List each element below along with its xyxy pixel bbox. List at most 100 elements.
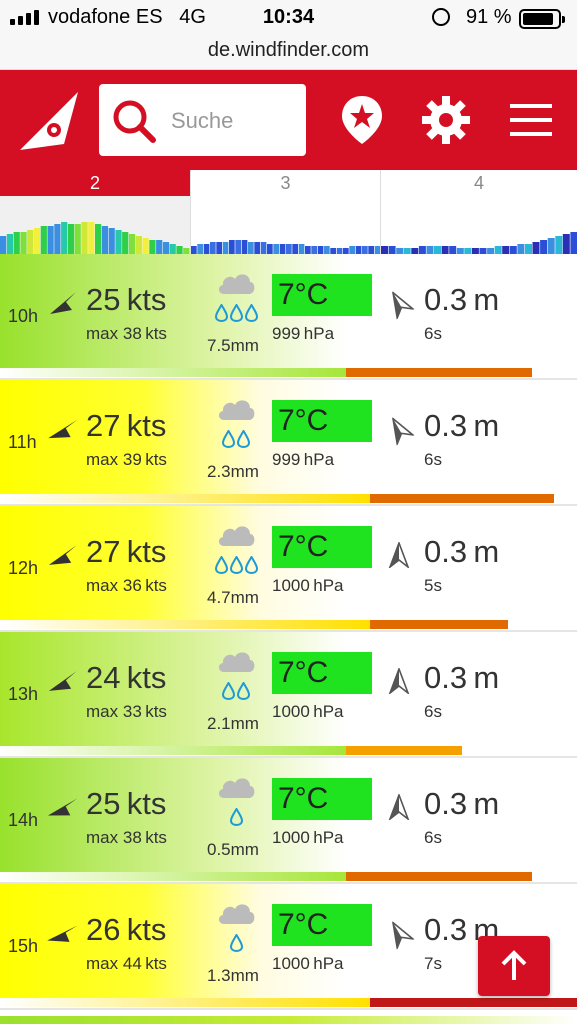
search-placeholder: Suche [171, 108, 234, 133]
raindrop-icon [214, 555, 228, 575]
pressure: 999 hPa [272, 324, 335, 343]
rotation-lock-icon [432, 8, 450, 26]
mini-wind-chart [0, 222, 190, 258]
wind-speed: 27 kts [86, 534, 167, 569]
battery-icon [519, 9, 565, 29]
wave-height: 0.3 m [424, 282, 500, 317]
gust-bar [370, 620, 508, 629]
wind-direction-arrow-icon [50, 292, 76, 314]
wind-bar [0, 998, 370, 1007]
wind-bar [0, 620, 370, 629]
settings-gear-icon[interactable] [420, 94, 472, 146]
wave-period: 6s [424, 828, 442, 847]
mini-wind-chart [381, 232, 577, 258]
next-row-strip [0, 1016, 577, 1024]
raindrop-icon [229, 555, 243, 575]
row-divider [0, 1008, 577, 1010]
wave-height: 0.3 m [424, 534, 500, 569]
wind-bar [0, 494, 370, 503]
raindrop-icon [229, 303, 243, 323]
wave-period: 6s [424, 324, 442, 343]
wind-bar [0, 872, 346, 881]
hour-label: 10h [8, 306, 39, 326]
temperature: 7°C [272, 400, 372, 442]
wind-direction-arrow-icon [48, 419, 78, 439]
hour-label: 14h [8, 810, 39, 830]
favorite-spot-icon[interactable] [336, 94, 388, 146]
gust-bar [346, 872, 532, 881]
rain-amount: 0.5mm [207, 840, 259, 859]
rain-amount: 2.1mm [207, 714, 259, 733]
wave-direction-arrow-icon [388, 542, 410, 568]
rain-amount: 7.5mm [207, 336, 259, 355]
forecast-row[interactable]: 11h 27 kts max 39 kts 2.3mm 7°C 999 hPa … [0, 380, 577, 506]
pressure: 999 hPa [272, 450, 335, 469]
wave-direction-arrow-icon [388, 668, 410, 694]
raindrop-icon [236, 429, 251, 449]
raindrop-icon [229, 807, 243, 827]
hour-label: 11h [8, 432, 37, 452]
wind-speed: 25 kts [86, 282, 167, 317]
menu-hamburger-icon[interactable] [506, 94, 558, 146]
raindrop-icon [214, 303, 228, 323]
wave-direction-arrow-icon [388, 794, 410, 820]
gust-bar [370, 998, 577, 1007]
windfinder-logo[interactable] [20, 92, 80, 152]
gust-bar [346, 368, 532, 377]
wave-period: 6s [424, 702, 442, 721]
url-bar[interactable]: de.windfinder.com [0, 36, 577, 70]
raindrop-icon [221, 681, 236, 701]
wave-height: 0.3 m [424, 660, 500, 695]
wave-height: 0.3 m [424, 408, 500, 443]
battery-percent: 91 % [466, 6, 512, 28]
wind-speed: 27 kts [86, 408, 167, 443]
status-bar: vodafone ES 4G 10:34 91 % [0, 0, 577, 36]
raindrop-icon [236, 681, 251, 701]
forecast-row[interactable]: 14h 25 kts max 38 kts 0.5mm 7°C 1000 hPa… [0, 758, 577, 884]
hour-label: 13h [8, 684, 39, 704]
raindrop-icon [221, 429, 236, 449]
hour-label: 12h [8, 558, 39, 578]
cloud-icon [218, 778, 255, 798]
wave-period: 5s [424, 576, 442, 595]
wind-bar [0, 746, 346, 755]
raindrop-icon [244, 303, 258, 323]
raindrop-icon [244, 555, 258, 575]
gust-max: max 36 kts [86, 576, 167, 595]
pressure: 1000 hPa [272, 702, 344, 721]
gust-bar [346, 746, 462, 755]
pressure: 1000 hPa [272, 954, 344, 973]
search-box[interactable]: Suche [99, 84, 306, 156]
temperature: 7°C [272, 778, 372, 820]
rain-amount: 4.7mm [207, 588, 259, 607]
forecast-row[interactable]: 13h 24 kts max 33 kts 2.1mm 7°C 1000 hPa… [0, 632, 577, 758]
temperature: 7°C [272, 652, 372, 694]
cloud-icon [218, 274, 255, 294]
gust-max: max 44 kts [86, 954, 167, 973]
pressure: 1000 hPa [272, 576, 344, 595]
gust-max: max 38 kts [86, 828, 167, 847]
wind-speed: 25 kts [86, 786, 167, 821]
rain-drops-icon [212, 807, 260, 830]
cloud-icon [218, 400, 255, 420]
wind-speed: 24 kts [86, 660, 167, 695]
forecast-row[interactable]: 10h 25 kts max 38 kts 7.5mm 7°C 999 hPa … [0, 254, 577, 380]
wind-bar [0, 368, 346, 377]
tab-day-2[interactable]: 2 [0, 170, 190, 258]
wave-period: 7s [424, 954, 442, 973]
wind-direction-arrow-icon [48, 671, 77, 691]
day-tabs: 2 3 4 [0, 170, 577, 260]
cloud-icon [218, 526, 255, 546]
tab-day-3[interactable]: 3 [190, 170, 381, 258]
gust-max: max 38 kts [86, 324, 167, 343]
tab-day-4[interactable]: 4 [380, 170, 577, 258]
forecast-row[interactable]: 12h 27 kts max 36 kts 4.7mm 7°C 1000 hPa… [0, 506, 577, 632]
wind-direction-arrow-icon [47, 798, 78, 816]
cloud-icon [218, 652, 255, 672]
scroll-to-top-button[interactable] [478, 936, 550, 996]
rain-drops-icon [212, 429, 260, 452]
hour-label: 15h [8, 936, 39, 956]
raindrop-icon [229, 933, 243, 953]
rain-drops-icon [212, 681, 260, 704]
rain-drops-icon [212, 303, 260, 326]
